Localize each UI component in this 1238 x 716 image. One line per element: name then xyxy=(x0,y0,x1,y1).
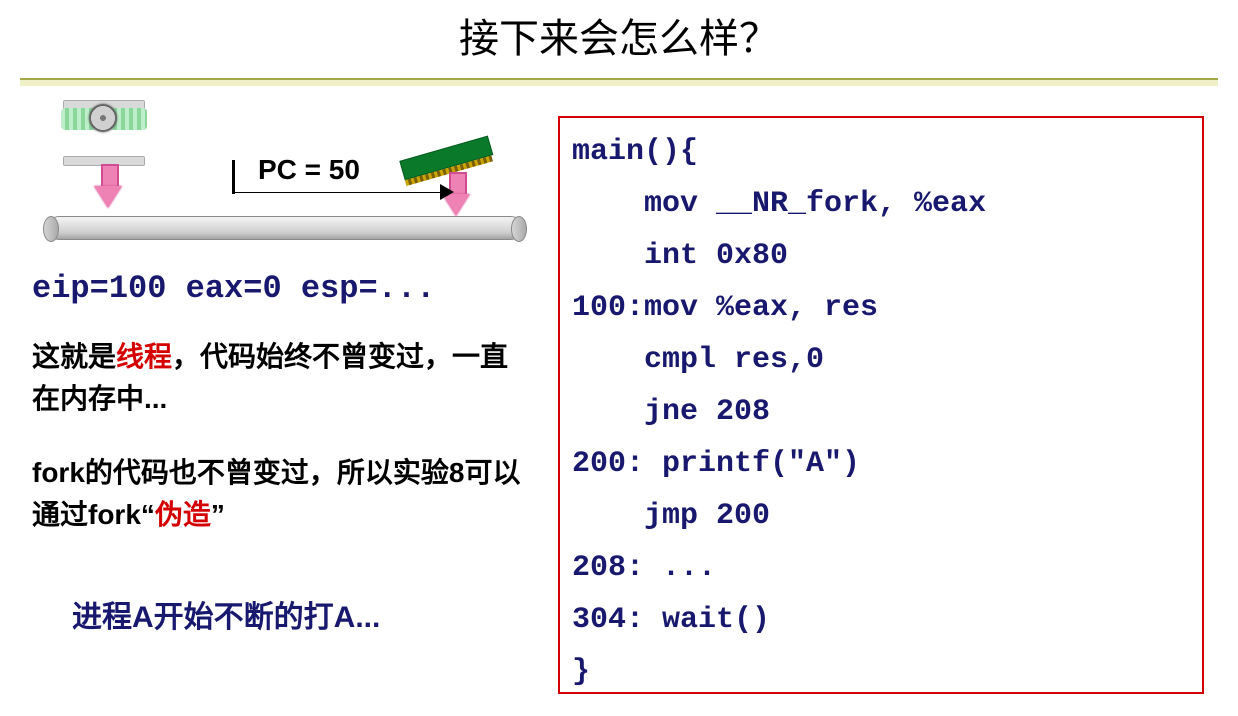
pc-arrow-line xyxy=(232,192,442,193)
page-title: 接下来会怎么样？ xyxy=(0,6,1238,64)
cpu-memory-diagram: PC = 50 xyxy=(48,100,528,250)
registers-text: eip=100 eax=0 esp=... xyxy=(32,270,435,307)
cpu-icon xyxy=(58,100,150,166)
explanation-2: fork的代码也不曾变过，所以实验8可以通过fork“伪造” xyxy=(32,452,532,536)
keyword-forge: 伪造 xyxy=(155,499,211,530)
text: fork的代码也不曾变过，所以实验8可以通过fork“ xyxy=(32,457,520,530)
text: 这就是 xyxy=(32,341,116,372)
keyword-thread: 线程 xyxy=(116,341,172,372)
bus-pipe xyxy=(48,216,522,240)
arrow-down-icon xyxy=(96,164,120,212)
explanation-1: 这就是线程，代码始终不曾变过，一直在内存中... xyxy=(32,336,532,420)
conclusion-text: 进程A开始不断的打A... xyxy=(72,592,380,636)
pc-arrow-line xyxy=(232,160,235,194)
arrow-right-icon xyxy=(440,184,454,200)
text: ” xyxy=(211,499,225,530)
pc-label: PC = 50 xyxy=(258,154,360,186)
title-divider xyxy=(20,78,1218,86)
code-block: main(){ mov __NR_fork, %eax int 0x80 100… xyxy=(558,116,1204,694)
